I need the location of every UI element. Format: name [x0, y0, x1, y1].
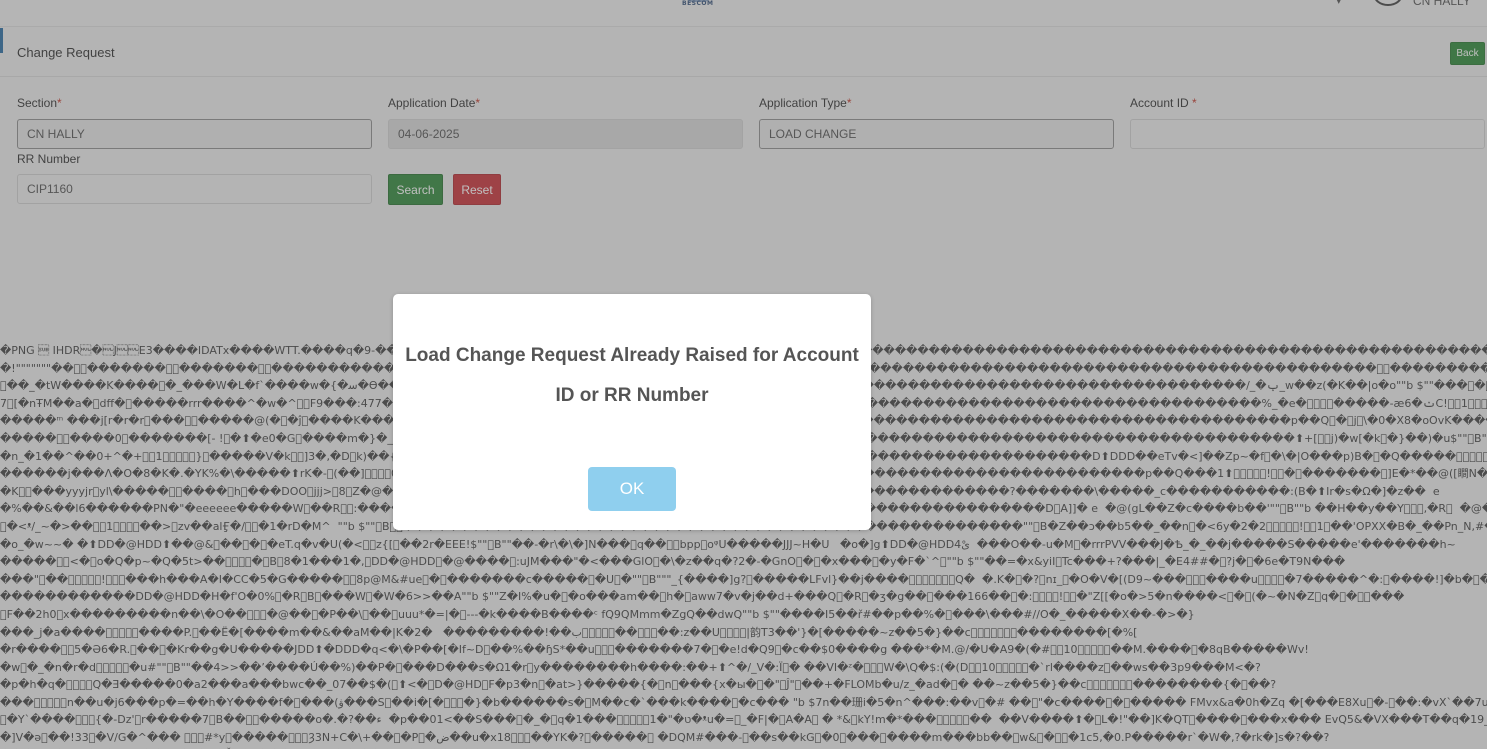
- ok-button[interactable]: OK: [588, 467, 676, 511]
- alert-dialog: Load Change Request Already Raised for A…: [393, 294, 871, 530]
- alert-message-line-2: ID or RR Number: [555, 385, 709, 406]
- alert-message-line-1: Load Change Request Already Raised for A…: [405, 345, 859, 366]
- alert-message: Load Change Request Already Raised for A…: [403, 336, 861, 416]
